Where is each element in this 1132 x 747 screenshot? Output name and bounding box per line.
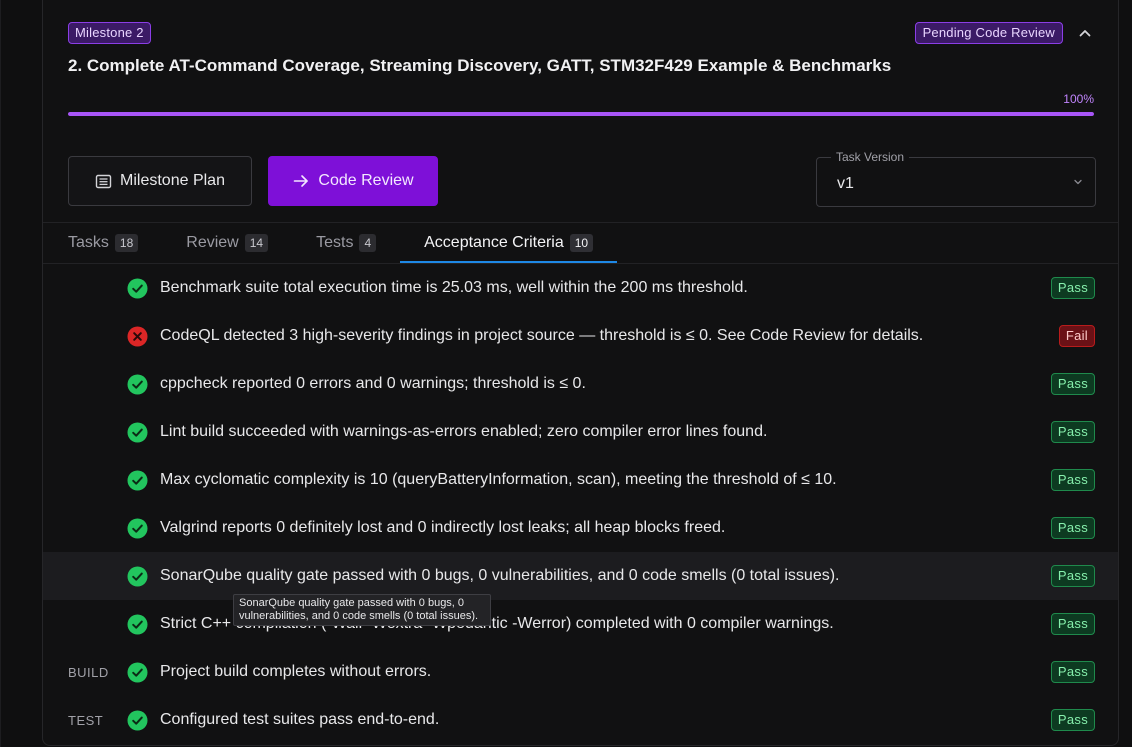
criterion-row[interactable]: Strict C++ compilation (-Wall -Wextra -W… xyxy=(43,600,1118,648)
tab-count: 14 xyxy=(244,234,269,252)
chevron-down-icon xyxy=(1074,179,1082,185)
app-frame: Milestone 2 Pending Code Review 2. Compl… xyxy=(0,0,1132,747)
criterion-row[interactable]: Lint build succeeded with warnings-as-er… xyxy=(43,408,1118,456)
criterion-status-badge: Pass xyxy=(1050,517,1095,539)
criterion-status-badge: Pass xyxy=(1050,661,1095,683)
task-version-label: Task Version xyxy=(831,150,910,164)
criterion-status-badge: Pass xyxy=(1050,469,1095,491)
milestone-plan-label: Milestone Plan xyxy=(120,172,225,189)
check-circle-icon xyxy=(127,662,148,683)
criterion-row[interactable]: CodeQL detected 3 high-severity findings… xyxy=(43,312,1118,360)
check-circle-icon xyxy=(127,278,148,299)
criterion-row[interactable]: SonarQube quality gate passed with 0 bug… xyxy=(43,552,1118,600)
criterion-row[interactable]: Max cyclomatic complexity is 10 (queryBa… xyxy=(43,456,1118,504)
criterion-text: SonarQube quality gate passed with 0 bug… xyxy=(160,567,840,584)
arrow-right-icon xyxy=(294,175,309,187)
criteria-list: Benchmark suite total execution time is … xyxy=(43,264,1118,744)
tab-bar: Tasks 18 Review 14 Tests 4 Acceptance Cr… xyxy=(68,223,665,263)
criterion-text: Configured test suites pass end-to-end. xyxy=(160,711,440,728)
check-circle-icon xyxy=(127,518,148,539)
code-review-button[interactable]: Code Review xyxy=(268,156,438,206)
left-edge xyxy=(0,0,1,747)
criterion-text: Lint build succeeded with warnings-as-er… xyxy=(160,423,768,440)
x-circle-icon xyxy=(127,326,148,347)
task-version-value: v1 xyxy=(837,175,854,192)
criterion-status-badge: Pass xyxy=(1050,421,1095,443)
criterion-text: Benchmark suite total execution time is … xyxy=(160,279,748,296)
progress-fill xyxy=(68,112,1094,116)
document-list-icon xyxy=(95,174,112,188)
tab-count: 4 xyxy=(359,234,377,252)
code-review-label: Code Review xyxy=(318,172,414,189)
criterion-row[interactable]: Benchmark suite total execution time is … xyxy=(43,264,1118,312)
progress-bar xyxy=(68,112,1094,116)
tab-label: Acceptance Criteria xyxy=(424,234,564,251)
tab-tests[interactable]: Tests 4 xyxy=(316,223,377,263)
criterion-status-badge: Pass xyxy=(1050,613,1095,635)
criterion-row[interactable]: BUILD Project build completes without err… xyxy=(43,648,1118,696)
tab-count: 18 xyxy=(114,234,139,252)
check-circle-icon xyxy=(127,710,148,731)
criterion-row[interactable]: Valgrind reports 0 definitely lost and 0… xyxy=(43,504,1118,552)
check-circle-icon xyxy=(127,566,148,587)
criterion-text: Project build completes without errors. xyxy=(160,663,432,680)
milestone-plan-button[interactable]: Milestone Plan xyxy=(68,156,252,206)
criterion-status-badge: Pass xyxy=(1050,565,1095,587)
tab-acceptance-criteria[interactable]: Acceptance Criteria 10 xyxy=(400,223,618,263)
tab-tasks[interactable]: Tasks 18 xyxy=(68,223,139,263)
criterion-status-badge: Pass xyxy=(1050,373,1095,395)
criterion-tooltip: SonarQube quality gate passed with 0 bug… xyxy=(233,594,491,626)
criterion-row[interactable]: cppcheck reported 0 errors and 0 warning… xyxy=(43,360,1118,408)
check-circle-icon xyxy=(127,470,148,491)
tab-review[interactable]: Review 14 xyxy=(186,223,269,263)
tab-label: Tasks xyxy=(68,234,109,251)
tab-label: Review xyxy=(186,234,239,251)
criterion-category: BUILD xyxy=(68,664,109,680)
criterion-status-badge: Fail xyxy=(1058,325,1095,347)
milestone-card: Milestone 2 Pending Code Review 2. Compl… xyxy=(42,0,1119,746)
criterion-text: Valgrind reports 0 definitely lost and 0… xyxy=(160,519,726,536)
criterion-status-badge: Pass xyxy=(1050,277,1095,299)
check-circle-icon xyxy=(127,374,148,395)
status-badge: Pending Code Review xyxy=(914,22,1063,44)
criterion-text: cppcheck reported 0 errors and 0 warning… xyxy=(160,375,586,392)
milestone-title: 2. Complete AT-Command Coverage, Streami… xyxy=(68,56,892,75)
chevron-up-icon[interactable] xyxy=(1076,24,1094,42)
criterion-status-badge: Pass xyxy=(1050,709,1095,731)
criterion-row[interactable]: TEST Configured test suites pass end-to-e… xyxy=(43,696,1118,744)
check-circle-icon xyxy=(127,614,148,635)
criterion-text: CodeQL detected 3 high-severity findings… xyxy=(160,327,924,344)
tab-label: Tests xyxy=(316,234,354,251)
milestone-badge: Milestone 2 xyxy=(68,22,151,44)
criterion-text: Max cyclomatic complexity is 10 (queryBa… xyxy=(160,471,837,488)
task-version-select[interactable]: Task Version v1 xyxy=(816,150,1096,207)
tab-count: 10 xyxy=(569,234,594,252)
criterion-category: TEST xyxy=(68,712,104,728)
check-circle-icon xyxy=(127,422,148,443)
progress-label: 100% xyxy=(1063,92,1094,106)
